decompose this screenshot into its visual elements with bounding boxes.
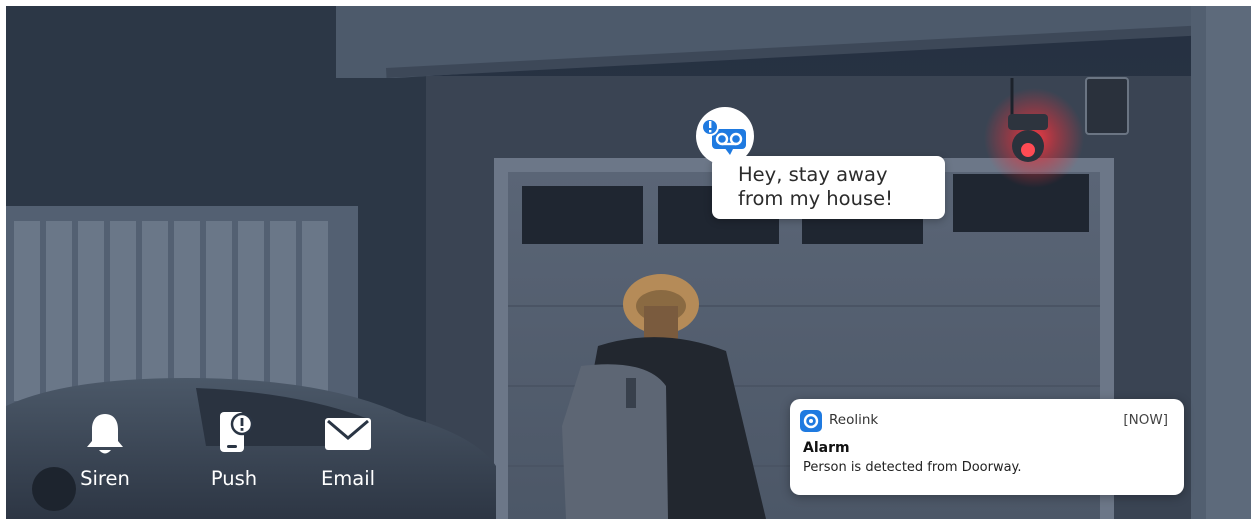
- envelope-icon: [325, 418, 371, 450]
- email-label: Email: [320, 467, 376, 490]
- alert-method-siren: Siren: [65, 410, 145, 500]
- speech-bubble-text: Hey, stay away from my house!: [738, 163, 938, 211]
- hero-banner: Hey, stay away from my house! Siren Push…: [6, 6, 1251, 519]
- notification-app-name: Reolink: [829, 412, 879, 428]
- push-notification-card[interactable]: Reolink [NOW] Alarm Person is detected f…: [790, 399, 1184, 495]
- notification-body: Person is detected from Doorway.: [803, 460, 1022, 475]
- voicemail-alert-icon: [696, 107, 754, 165]
- push-label: Push: [210, 467, 258, 490]
- notification-title: Alarm: [803, 440, 850, 456]
- speech-line-2: from my house!: [738, 187, 893, 210]
- reolink-app-icon: [800, 410, 822, 432]
- bell-icon: [87, 414, 123, 454]
- alert-method-email: Email: [308, 410, 388, 500]
- phone-alert-icon: [220, 412, 254, 452]
- notification-time: [NOW]: [1123, 412, 1168, 428]
- alert-method-push: Push: [194, 410, 274, 500]
- siren-label: Siren: [80, 467, 130, 490]
- speech-line-1: Hey, stay away: [738, 163, 888, 186]
- speech-bubble: Hey, stay away from my house!: [712, 156, 945, 219]
